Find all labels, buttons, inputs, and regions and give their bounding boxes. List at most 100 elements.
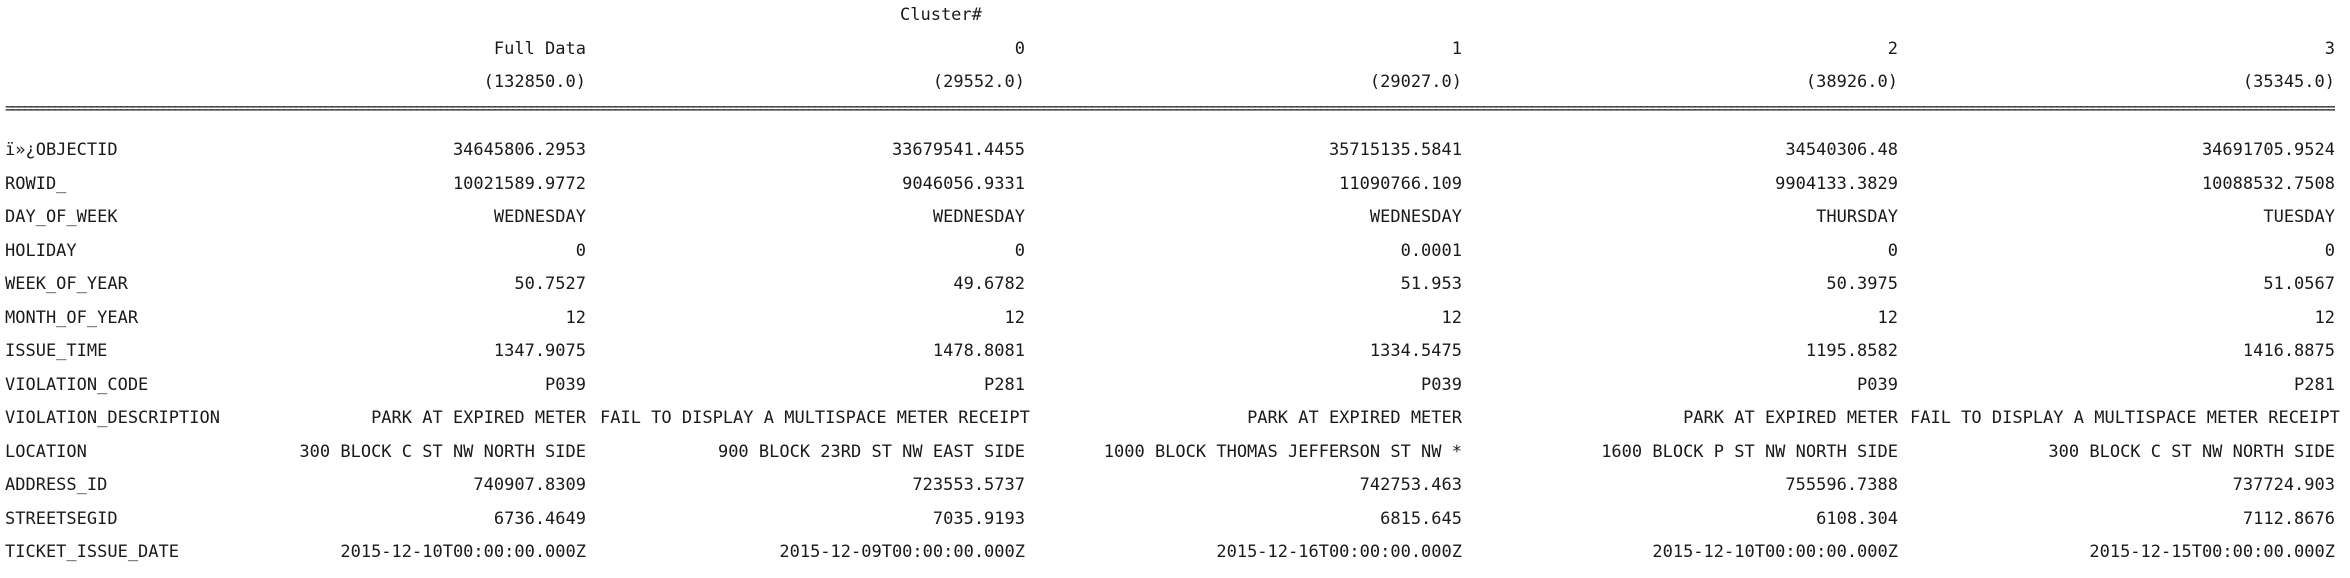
table-cell: 49.6782 (953, 274, 1025, 294)
attribute-name: LOCATION (5, 441, 87, 462)
table-row: VIOLATION_DESCRIPTION PARK AT EXPIRED MET… (0, 404, 2350, 432)
table-row: ROWID_ 10021589.9772 9046056.9331 11090766.… (0, 170, 2350, 198)
table-cell: 2015-12-10T00:00:00.000Z (1652, 542, 1898, 562)
table-cell: 50.7527 (514, 274, 586, 294)
cluster-output-panel: Cluster# Full Data 0 1 2 3 (132850.0) (2… (0, 0, 2350, 578)
table-cell: 51.0567 (2263, 274, 2335, 294)
attribute-name: ADDRESS_ID (5, 475, 108, 495)
table-cell: 755596.7388 (1785, 475, 1898, 495)
attribute-name: ISSUE_TIME (5, 341, 108, 361)
attribute-name: HOLIDAY (5, 240, 77, 261)
table-cell: 35715135.5841 (1328, 140, 1462, 160)
table-cell: 50.3975 (1826, 274, 1898, 294)
table-cell: 1195.8582 (1805, 341, 1898, 361)
table-cell: 12 (565, 307, 586, 328)
table-cell: 9046056.9331 (902, 173, 1025, 194)
table-cell: WEDNESDAY (932, 207, 1025, 227)
column-name: 1 (1451, 39, 1462, 59)
table-cell: 900 BLOCK 23RD ST NW EAST SIDE (717, 441, 1025, 462)
table-cell: 742753.463 (1359, 475, 1462, 495)
attribute-name: ï»¿OBJECTID (5, 140, 118, 160)
table-cell: 300 BLOCK C ST NW NORTH SIDE (2048, 441, 2335, 462)
table-cell: 10088532.7508 (2201, 173, 2335, 194)
table-row: STREETSEGID 6736.4649 7035.9193 6815.645 610… (0, 505, 2350, 533)
table-cell: 34645806.2953 (452, 140, 586, 160)
table-cell: 0.0001 (1400, 240, 1462, 261)
table-row: MONTH_OF_YEAR 12 12 12 12 12 (0, 304, 2350, 332)
table-cell: PARK AT EXPIRED METER (1683, 408, 1898, 428)
table-cell: 7112.8676 (2242, 508, 2335, 529)
column-count: (132850.0) (483, 72, 586, 92)
table-cell: PARK AT EXPIRED METER (371, 408, 586, 428)
table-row: HOLIDAY 0 0 0.0001 0 0 (0, 237, 2350, 265)
table-cell: 1416.8875 (2242, 341, 2335, 361)
table-row: TICKET_ISSUE_DATE 2015-12-10T00:00:00.000… (0, 538, 2350, 566)
table-cell: 6736.4649 (493, 508, 586, 529)
table-cell: 9904133.3829 (1775, 173, 1898, 194)
column-count: (29027.0) (1369, 72, 1462, 92)
attribute-name: VIOLATION_CODE (5, 374, 149, 395)
attribute-name: STREETSEGID (5, 508, 118, 529)
attribute-name: MONTH_OF_YEAR (5, 307, 139, 328)
table-cell: 740907.8309 (473, 475, 586, 495)
table-cell: 51.953 (1400, 274, 1462, 294)
table-cell: 1000 BLOCK THOMAS JEFFERSON ST NW * (1103, 441, 1462, 462)
table-cell: 0 (2324, 240, 2335, 261)
attribute-name: WEEK_OF_YEAR (5, 274, 128, 294)
table-row: DAY_OF_WEEK WEDNESDAY WEDNESDAY WEDNESDAY TH… (0, 203, 2350, 231)
table-cell: 737724.903 (2232, 475, 2335, 495)
table-cell: 34691705.9524 (2201, 140, 2335, 160)
attribute-name: VIOLATION_DESCRIPTION (5, 408, 220, 428)
table-cell: WEDNESDAY (1369, 207, 1462, 227)
table-cell: 723553.5737 (912, 475, 1025, 495)
table-cell: 0 (575, 240, 586, 261)
table-cell: 12 (2314, 307, 2335, 328)
table-row: VIOLATION_CODE P039 P281 P039 P039 P281 (0, 371, 2350, 399)
table-cell: 34540306.48 (1785, 140, 1898, 160)
attribute-name: TICKET_ISSUE_DATE (5, 542, 179, 562)
table-cell: 6108.304 (1816, 508, 1898, 529)
table-cell: P039 (545, 374, 586, 395)
table-cell: TUESDAY (2263, 207, 2335, 227)
table-row: ï»¿OBJECTID 34645806.2953 33679541.4455 357… (0, 136, 2350, 164)
table-cell: 33679541.4455 (891, 140, 1025, 160)
table-row: ISSUE_TIME 1347.9075 1478.8081 1334.5475 119… (0, 337, 2350, 365)
column-name: 2 (1887, 39, 1898, 59)
table-cell: 12 (1004, 307, 1025, 328)
table-cell: P039 (1857, 374, 1898, 395)
table-cell: 7035.9193 (932, 508, 1025, 529)
table-cell: FAIL TO DISPLAY A MULTISPACE METER RECEI… (1910, 408, 2340, 428)
column-count: (29552.0) (932, 72, 1025, 92)
table-row: LOCATION 300 BLOCK C ST NW NORTH SIDE 900 … (0, 438, 2350, 466)
cluster-name-row: Full Data 0 1 2 3 (0, 35, 2350, 63)
attribute-name: DAY_OF_WEEK (5, 207, 118, 227)
table-cell: 1334.5475 (1369, 341, 1462, 361)
attribute-name: ROWID_ (5, 173, 67, 194)
cluster-count-row: (132850.0) (29552.0) (29027.0) (38926.0)… (0, 68, 2350, 96)
table-cell: 1600 BLOCK P ST NW NORTH SIDE (1601, 441, 1898, 462)
table-cell: P039 (1421, 374, 1462, 395)
table-cell: 300 BLOCK C ST NW NORTH SIDE (299, 441, 586, 462)
table-cell: 10021589.9772 (452, 173, 586, 194)
table-cell: 12 (1877, 307, 1898, 328)
table-cell: 2015-12-15T00:00:00.000Z (2089, 542, 2335, 562)
table-cell: 0 (1014, 240, 1025, 261)
cluster-header-label: Cluster# (900, 5, 982, 25)
table-cell: P281 (2294, 374, 2335, 395)
column-name: 0 (1014, 39, 1025, 59)
table-cell: 1347.9075 (493, 341, 586, 361)
table-row: WEEK_OF_YEAR 50.7527 49.6782 51.953 50.3975 5… (0, 270, 2350, 298)
table-cell: 6815.645 (1380, 508, 1462, 529)
table-cell: P281 (984, 374, 1025, 395)
table-cell: PARK AT EXPIRED METER (1247, 408, 1462, 428)
table-cell: 11090766.109 (1339, 173, 1462, 194)
column-name: 3 (2324, 39, 2335, 59)
table-cell: 2015-12-09T00:00:00.000Z (779, 542, 1025, 562)
table-cell: 2015-12-16T00:00:00.000Z (1216, 542, 1462, 562)
table-cell: FAIL TO DISPLAY A MULTISPACE METER RECEI… (600, 408, 1030, 428)
table-cell: THURSDAY (1816, 207, 1898, 227)
column-count: (35345.0) (2242, 72, 2335, 92)
column-count: (38926.0) (1805, 72, 1898, 92)
column-name: Full Data (493, 39, 586, 59)
table-cell: WEDNESDAY (493, 207, 586, 227)
